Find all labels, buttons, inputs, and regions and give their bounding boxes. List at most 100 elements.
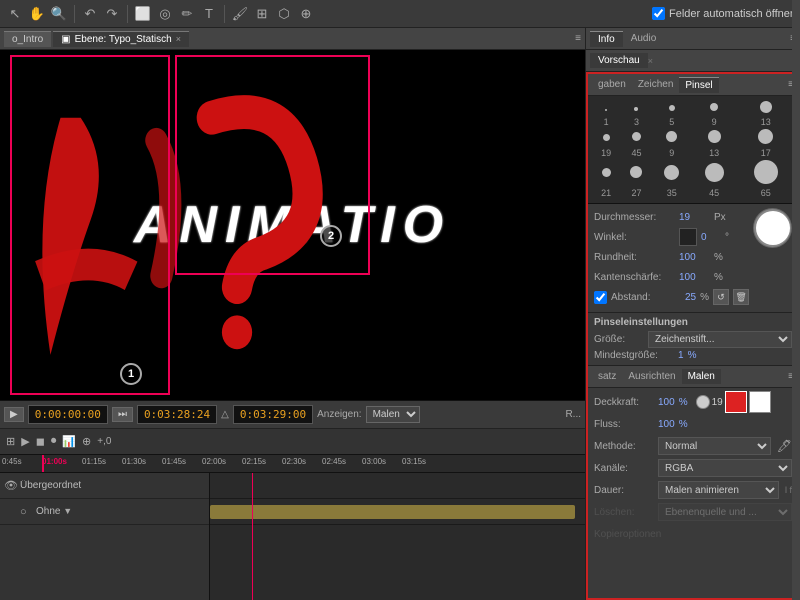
brush-size-row-labels-1: 1 3 5 9 13 — [592, 116, 794, 128]
rundheit-value[interactable]: 100 — [679, 252, 714, 263]
brush-preset-45[interactable] — [620, 128, 652, 147]
tl-icon-loop[interactable]: ⊞ — [6, 435, 15, 448]
tool-brush[interactable]: 🖌 — [230, 4, 250, 24]
brush-preset-2[interactable] — [620, 100, 652, 116]
tl-icon-record[interactable]: ⏺ — [51, 435, 57, 448]
timecode-current[interactable]: 0:00:00:00 — [28, 405, 108, 424]
methode-select[interactable]: Normal — [658, 437, 771, 455]
brush-preset-4[interactable] — [691, 100, 737, 116]
tab-audio[interactable]: Audio — [623, 31, 665, 46]
tool-pen[interactable]: ✏ — [177, 4, 197, 24]
tab-vorschau[interactable]: Vorschau — [590, 53, 648, 68]
fluss-label: Fluss: — [594, 419, 654, 430]
tool-clone[interactable]: ⊞ — [252, 4, 272, 24]
track-bar[interactable] — [210, 505, 575, 519]
fluss-unit: % — [679, 419, 688, 430]
color-swatch-white[interactable] — [749, 391, 771, 413]
color-swatch-red[interactable] — [725, 391, 747, 413]
winkel-value[interactable]: 0 — [701, 232, 725, 243]
eyedrop-icon[interactable]: 🖊 — [777, 439, 792, 453]
ruler-0130: 01:30s — [122, 457, 146, 466]
prop-icon-delete[interactable]: 🗑 — [733, 289, 749, 305]
prop-icon-reset[interactable]: ↺ — [713, 289, 729, 305]
brush-preset-17[interactable] — [737, 128, 794, 147]
brush-preset-9b[interactable] — [653, 128, 691, 147]
kanaele-select[interactable]: RGBA — [658, 459, 792, 477]
abstand-value[interactable]: 25 — [685, 292, 696, 303]
layer-ohne-select[interactable]: Ohne ▼ — [36, 506, 205, 517]
abstand-label: Abstand: — [611, 292, 681, 303]
presets-scrollbar[interactable] — [792, 72, 800, 600]
layer-tab-menu[interactable]: ≡ — [575, 33, 581, 44]
ruler-0315: 03:15s — [402, 457, 426, 466]
timeline-play-btn[interactable]: ▶ — [4, 407, 24, 422]
brush-preset-45b[interactable] — [691, 159, 737, 187]
deckkraft-value[interactable]: 100 — [658, 397, 675, 408]
tool-text[interactable]: T — [199, 4, 219, 24]
tl-icon-stop[interactable]: ◼ — [36, 435, 45, 448]
tool-arrow[interactable]: ↖ — [5, 4, 25, 24]
dauer-select[interactable]: Malen animieren — [658, 481, 779, 499]
brush-size-row-dots-3 — [592, 159, 794, 187]
durchmesser-value[interactable]: 19 — [679, 212, 714, 223]
tab-ausrichten[interactable]: Ausrichten — [622, 369, 681, 384]
winkel-unit: ° — [725, 232, 749, 243]
brush-preset-1[interactable] — [592, 100, 620, 116]
tab-satz[interactable]: satz — [592, 369, 622, 384]
brush-preset-35[interactable] — [653, 159, 691, 187]
methode-label: Methode: — [594, 441, 654, 452]
brush-preset-13b[interactable] — [691, 128, 737, 147]
timeline-end-btn[interactable]: ⏭ — [112, 407, 133, 422]
tl-icon-graph[interactable]: 📊 — [62, 435, 76, 448]
tool-redo[interactable]: ↷ — [102, 4, 122, 24]
brush-preset-3[interactable] — [653, 100, 691, 116]
brush-preset-27[interactable] — [620, 159, 652, 187]
tl-icon-add[interactable]: ⊕ — [82, 435, 91, 448]
fluss-value[interactable]: 100 — [658, 419, 675, 430]
layer-sub-eye-icon[interactable]: ○ — [20, 506, 36, 518]
pinsel-sub-tabs: gaben Zeichen Pinsel ≡ — [588, 74, 798, 96]
brush-label-45c: 45 — [691, 187, 737, 199]
color-circle-btn[interactable] — [696, 395, 710, 409]
durchmesser-row: Durchmesser: 19 Px — [594, 208, 749, 226]
layer-eye-icon[interactable]: 👁 — [4, 479, 20, 492]
tool-puppet[interactable]: ⊕ — [296, 4, 316, 24]
brush-preview-inner — [756, 211, 790, 245]
tl-icon-play[interactable]: ▶ — [21, 435, 29, 448]
brush-preset-65[interactable] — [737, 159, 794, 187]
tool-hand[interactable]: ✋ — [27, 4, 47, 24]
felder-auto-checkbox[interactable] — [652, 7, 665, 20]
tab-zeichen[interactable]: Zeichen — [632, 77, 680, 92]
brush-preset-19[interactable] — [592, 128, 620, 147]
fluss-row: Fluss: 100 % — [594, 414, 792, 434]
groesse-select[interactable]: Zeichenstift... — [648, 331, 792, 348]
tab-pinsel[interactable]: Pinsel — [679, 77, 718, 93]
tool-shape[interactable]: ◎ — [155, 4, 175, 24]
brush-label-5: 5 — [653, 116, 691, 128]
tab-info[interactable]: Info — [590, 31, 623, 47]
layer-tab-typo[interactable]: ▣ Ebene: Typo_Statisch × — [53, 31, 189, 47]
track-2 — [210, 499, 585, 525]
tool-zoom[interactable]: 🔍 — [49, 4, 69, 24]
brush-preset-21[interactable] — [592, 159, 620, 187]
abstand-checkbox[interactable] — [594, 291, 607, 304]
pinseleinst-title: Pinseleinstellungen — [594, 317, 792, 328]
tab-gaben[interactable]: gaben — [592, 77, 632, 92]
tab-malen[interactable]: Malen — [682, 369, 721, 384]
layer-icon: ▣ — [61, 34, 70, 45]
anzeigen-select[interactable]: Malen — [366, 406, 420, 423]
brush-preset-5[interactable] — [737, 100, 794, 116]
tool-select[interactable]: ⬜ — [133, 4, 153, 24]
winkel-box[interactable] — [679, 228, 697, 246]
tool-eraser[interactable]: ⬡ — [274, 4, 294, 24]
kopier-row: Kopieroptionen — [594, 524, 792, 544]
kanten-value[interactable]: 100 — [679, 272, 714, 283]
mindest-value[interactable]: 1 — [678, 350, 684, 361]
layer-tab-close[interactable]: × — [176, 34, 181, 44]
tool-undo[interactable]: ↶ — [80, 4, 100, 24]
malen-tab-bar: satz Ausrichten Malen ≡ — [588, 366, 798, 388]
layer-tab-intro[interactable]: o_Intro — [4, 31, 51, 47]
dropdown-arrow[interactable]: ▼ — [63, 506, 72, 516]
brush-label-19: 19 — [592, 147, 620, 159]
vorschau-close[interactable]: × — [648, 56, 653, 66]
